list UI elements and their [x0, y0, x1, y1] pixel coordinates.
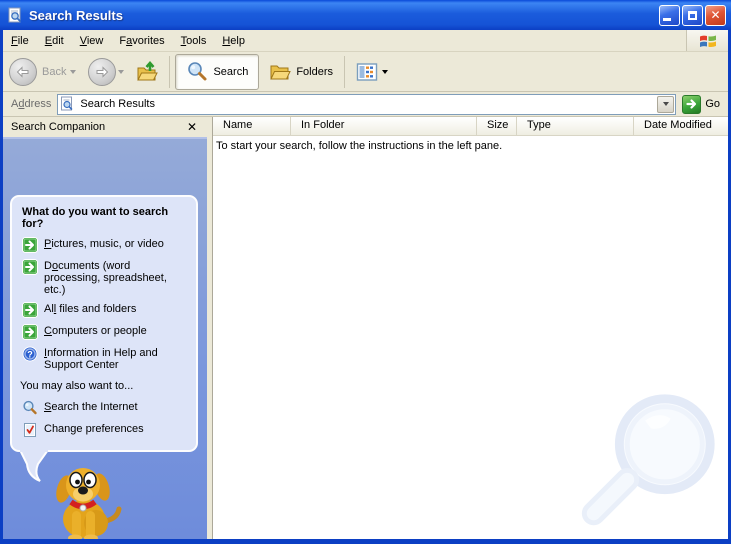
back-button-label: Back [42, 65, 67, 78]
menu-file[interactable]: File [3, 32, 37, 50]
menu-help[interactable]: Help [214, 32, 253, 50]
search-question: What do you want to search for? [22, 206, 169, 230]
toolbar: Back Search Folders [3, 52, 728, 92]
option-search-internet[interactable]: Search the Internet [22, 400, 186, 416]
search-companion-header: Search Companion ✕ [3, 117, 207, 137]
svg-text:?: ? [27, 350, 33, 360]
close-button[interactable]: ✕ [705, 4, 726, 26]
close-pane-icon[interactable]: ✕ [187, 121, 197, 133]
search-companion-body: What do you want to search for? Pictures… [3, 137, 207, 539]
views-grid-icon [356, 61, 378, 83]
help-icon: ? [22, 346, 38, 362]
green-arrow-icon [22, 237, 38, 253]
main-area: Search Companion ✕ What do you want to s… [3, 117, 728, 539]
up-button[interactable] [130, 57, 164, 87]
back-arrow-icon [16, 65, 29, 78]
option-documents[interactable]: Documents (word processing, spreadsheet,… [22, 259, 186, 296]
window-title: Search Results [29, 7, 123, 23]
forward-arrow-icon [96, 65, 109, 78]
toolbar-separator [169, 55, 171, 88]
option-help-support[interactable]: ? Information in Help and Support Center [22, 346, 186, 371]
menu-edit[interactable]: Edit [37, 32, 72, 50]
back-dropdown-icon[interactable] [70, 69, 77, 74]
menu-bar: File Edit View Favorites Tools Help [3, 30, 728, 52]
address-dropdown-button[interactable] [657, 95, 675, 113]
instruction-text: To start your search, follow the instruc… [216, 140, 503, 152]
maximize-button[interactable] [682, 4, 703, 26]
option-all-files-folders[interactable]: All files and folders [22, 302, 186, 318]
column-name[interactable]: Name [213, 117, 291, 135]
option-label: All files and folders [44, 303, 137, 315]
address-label: Address [11, 98, 52, 110]
maximize-icon [688, 10, 697, 20]
go-button-label[interactable]: Go [705, 98, 720, 110]
go-button[interactable] [682, 94, 702, 114]
search-companion-title: Search Companion [11, 121, 106, 133]
views-dropdown-icon [382, 69, 389, 74]
menu-view[interactable]: View [72, 32, 112, 50]
option-change-preferences[interactable]: Change preferences [22, 422, 186, 438]
option-label: Change preferences [44, 423, 144, 435]
search-button-label: Search [213, 65, 249, 78]
results-pane: Name In Folder Size Type Date Modified T… [213, 117, 728, 539]
up-folder-icon [136, 60, 159, 83]
search-results-window: Search Results ✕ File Edit View Favorite… [0, 0, 731, 544]
option-pictures-music-video[interactable]: Pictures, music, or video [22, 237, 186, 253]
toolbar-separator [344, 55, 346, 88]
search-icon [186, 61, 208, 83]
search-results-window-icon [7, 7, 23, 23]
option-label: Search the Internet [44, 401, 138, 413]
menu-tools[interactable]: Tools [173, 32, 215, 50]
option-computers-people[interactable]: Computers or people [22, 324, 186, 340]
go-arrow-icon [686, 99, 696, 109]
green-arrow-icon [22, 259, 38, 275]
address-value: Search Results [80, 98, 155, 110]
column-date-modified[interactable]: Date Modified [634, 117, 728, 135]
column-type[interactable]: Type [517, 117, 634, 135]
minimize-button[interactable] [659, 4, 680, 26]
column-size[interactable]: Size [477, 117, 517, 135]
option-label: Information in Help and Support Center [44, 347, 158, 371]
option-label: Pictures, music, or video [44, 238, 164, 250]
rover-dog-mascot[interactable] [41, 461, 127, 539]
forward-button[interactable] [88, 57, 117, 86]
search-options-panel: What do you want to search for? Pictures… [10, 195, 198, 452]
titlebar: Search Results ✕ [0, 0, 731, 30]
chevron-down-icon [662, 102, 669, 106]
also-want-heading: You may also want to... [20, 380, 134, 392]
magnifier-watermark-icon [581, 394, 715, 526]
magnifier-icon [22, 400, 38, 416]
windows-logo [686, 30, 728, 51]
green-arrow-icon [22, 302, 38, 318]
forward-dropdown-icon[interactable] [118, 69, 125, 74]
close-icon: ✕ [710, 8, 721, 22]
search-companion-pane: Search Companion ✕ What do you want to s… [3, 117, 207, 539]
folders-button[interactable]: Folders [263, 57, 339, 87]
green-arrow-icon [22, 324, 38, 340]
column-in-folder[interactable]: In Folder [291, 117, 477, 135]
back-button[interactable] [9, 57, 37, 86]
address-input[interactable]: Search Results [57, 93, 677, 115]
results-body: To start your search, follow the instruc… [213, 136, 728, 539]
search-toggle-button[interactable]: Search [175, 53, 260, 90]
option-label: Computers or people [44, 325, 147, 337]
minimize-icon [662, 17, 671, 21]
address-bar: Address Search Results Go [3, 92, 728, 117]
preferences-check-icon [22, 422, 38, 438]
option-label: Documents (word processing, spreadsheet,… [44, 260, 167, 296]
menu-favorites[interactable]: Favorites [111, 32, 172, 50]
folders-button-label: Folders [296, 65, 334, 78]
folders-icon [269, 61, 292, 83]
address-page-icon [60, 96, 76, 112]
column-header-row: Name In Folder Size Type Date Modified [213, 117, 728, 136]
views-button[interactable] [350, 57, 400, 87]
